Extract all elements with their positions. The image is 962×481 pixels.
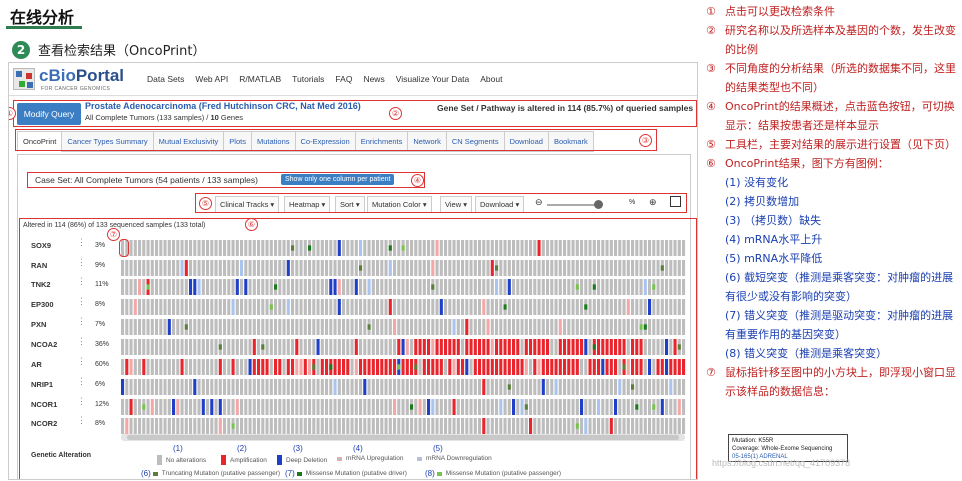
- note-text: 点击可以更改检索条件: [725, 5, 835, 18]
- nav-item[interactable]: Tutorials: [292, 74, 324, 84]
- callout-box-5: [195, 193, 687, 213]
- note-number: ③: [706, 62, 716, 75]
- legend-note: (4) mRNA水平上升: [725, 233, 823, 246]
- tooltip-coverage: Coverage: Whole-Exome Sequencing: [732, 446, 833, 452]
- cbioportal-screenshot: cBioPortal FOR CANCER GENOMICS Data Sets…: [8, 62, 698, 480]
- step-title: 查看检索结果（OncoPrint）: [38, 44, 206, 59]
- note-text: 研究名称以及所选样本及基因的个数，发生改变的比例: [725, 24, 956, 56]
- note-text: 不同角度的分析结果（所选的数据集不同，这里的结果类型也不同）: [725, 62, 956, 94]
- logo-text: cBioPortal: [39, 66, 125, 85]
- marker-2: ②: [389, 107, 402, 120]
- callout-box-6: [19, 218, 697, 479]
- legend-note: (5) mRNA水平降低: [725, 252, 823, 265]
- note-item: ⑤ 工具栏，主要对结果的展示进行设置（见下页）: [706, 135, 960, 154]
- note-text: 工具栏，主要对结果的展示进行设置（见下页）: [725, 138, 956, 151]
- note-item: ⑦ 鼠标指针移至图中的小方块上，即浮现小窗口显示该样品的数据信息：: [706, 363, 960, 401]
- page-header: 在线分析: [10, 8, 75, 27]
- note-number: ④: [706, 100, 716, 113]
- note-number: ⑦: [706, 366, 716, 379]
- cbioportal-logo[interactable]: cBioPortal FOR CANCER GENOMICS: [13, 66, 124, 94]
- marker-5: ⑤: [199, 197, 212, 210]
- watermark: https://blog.csdn.net/qq_41709378: [712, 458, 851, 468]
- legend-note: (1) 没有变化: [725, 176, 789, 189]
- nav-item[interactable]: R/MATLAB: [239, 74, 281, 84]
- note-item: ⑥ OncoPrint结果，图下方有图例：: [706, 154, 960, 173]
- marker-3: ③: [639, 134, 652, 147]
- note-text: OncoPrint的结果概述，点击蓝色按钮，可切换显示：结果按患者还是样本显示: [725, 100, 955, 132]
- note-item: ④ OncoPrint的结果概述，点击蓝色按钮，可切换显示：结果按患者还是样本显示: [706, 97, 960, 135]
- note-text: 鼠标指针移至图中的小方块上，即浮现小窗口显示该样品的数据信息：: [725, 366, 956, 398]
- callout-box-3: [15, 129, 657, 151]
- logo-grid-icon: [13, 68, 35, 90]
- legend-note: (3) （拷贝数）缺失: [725, 214, 822, 227]
- note-item: ② 研究名称以及所选样本及基因的个数，发生改变的比例: [706, 21, 960, 59]
- callout-box-7: [119, 239, 129, 257]
- step-number: 2: [12, 40, 30, 59]
- nav-item[interactable]: News: [363, 74, 384, 84]
- legend-note: (2) 拷贝数增加: [725, 195, 800, 208]
- legend-note: (8) 错义突变（推测是乘客突变）: [725, 347, 888, 360]
- annotation-notes: ① 点击可以更改检索条件 ② 研究名称以及所选样本及基因的个数，发生改变的比例 ③ 不同角…: [706, 2, 960, 401]
- note-item: ③ 不同角度的分析结果（所选的数据集不同，这里的结果类型也不同）: [706, 59, 960, 97]
- step-heading: 2 查看检索结果（OncoPrint）: [12, 40, 205, 59]
- note-number: ①: [706, 5, 716, 18]
- top-nav: Data Sets Web API R/MATLAB Tutorials FAQ News…: [147, 74, 502, 84]
- nav-item[interactable]: Web API: [195, 74, 228, 84]
- note-item: ① 点击可以更改检索条件: [706, 2, 960, 21]
- nav-item[interactable]: FAQ: [335, 74, 352, 84]
- nav-item[interactable]: Visualize Your Data: [396, 74, 470, 84]
- header-underline: [6, 26, 82, 29]
- legend-note: (6) 截短突变（推测是乘客突变：对肿瘤的进展有很少或没有影响的突变）: [725, 271, 954, 303]
- callout-box-4: [27, 172, 425, 188]
- logo-subtitle: FOR CANCER GENOMICS: [41, 86, 111, 92]
- nav-divider: [9, 95, 697, 96]
- nav-item[interactable]: About: [480, 74, 502, 84]
- note-text: OncoPrint结果，图下方有图例：: [725, 157, 889, 170]
- legend-note: (7) 错义突变（推测是驱动突变：对肿瘤的进展有重要作用的基因突变）: [725, 309, 954, 341]
- note-number: ②: [706, 24, 716, 37]
- nav-item[interactable]: Data Sets: [147, 74, 184, 84]
- tooltip-mutation: Mutation: K55R: [732, 438, 774, 444]
- marker-6: ⑥: [245, 218, 258, 231]
- marker-4: ④: [411, 174, 424, 187]
- marker-7: ⑦: [107, 228, 120, 241]
- note-number: ⑥: [706, 157, 716, 170]
- callout-box-2: [13, 100, 697, 127]
- note-number: ⑤: [706, 138, 716, 151]
